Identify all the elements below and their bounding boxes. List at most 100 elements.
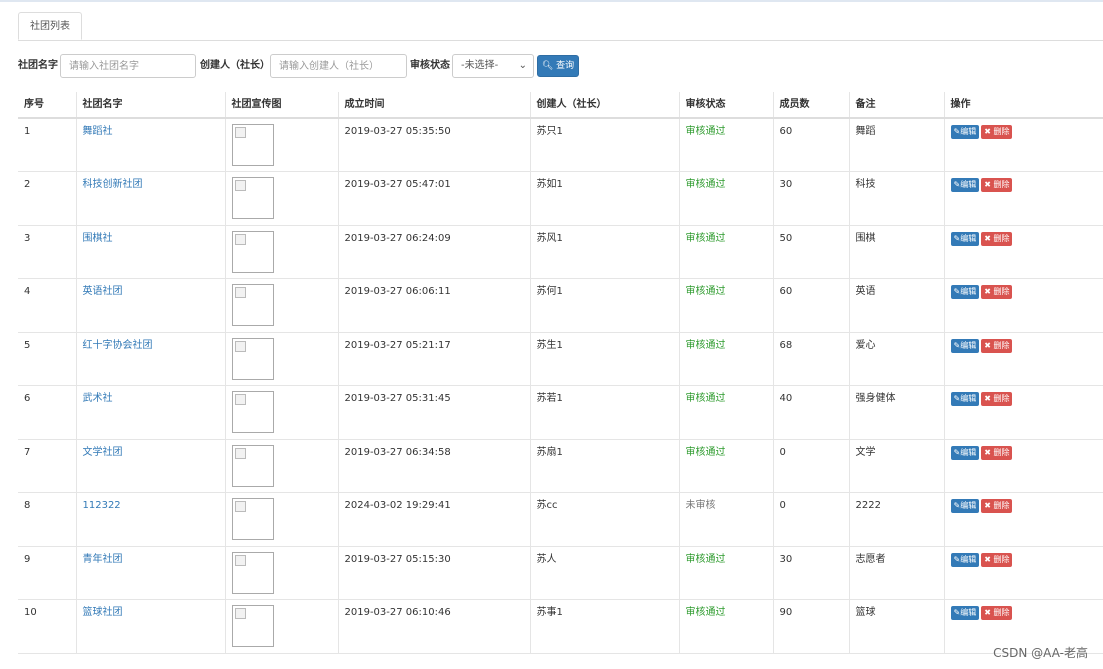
edit-button-label: 编辑 xyxy=(960,608,977,617)
club-name-link[interactable]: 武术社 xyxy=(83,393,113,404)
delete-button[interactable]: ✖ 删除 xyxy=(981,499,1013,513)
status-text: 审核通过 xyxy=(685,126,726,137)
club-name-link[interactable]: 围棋社 xyxy=(83,233,113,244)
note-text: 文学 xyxy=(848,438,944,493)
creator-label: 创建人（社长） xyxy=(200,60,270,71)
founded-time: 2019-03-27 05:21:17 xyxy=(337,331,530,386)
status-text: 审核通过 xyxy=(685,232,726,244)
table-row: 9 青年社团 2019-03-27 05:15:30 苏人 审核通过 30 志愿者 ✎编辑 ✖ … xyxy=(18,545,1103,600)
delete-button[interactable]: ✖ 删除 xyxy=(981,392,1013,406)
delete-button[interactable]: ✖ 删除 xyxy=(981,285,1013,299)
delete-button-label: 删除 xyxy=(993,608,1010,617)
broken-image-icon xyxy=(231,337,274,380)
delete-button[interactable]: ✖ 删除 xyxy=(981,231,1013,246)
note-text: 英语 xyxy=(848,278,944,332)
club-name-link[interactable]: 科技创新社团 xyxy=(83,179,143,190)
creator-name: 苏如1 xyxy=(529,171,679,225)
club-name-link[interactable]: 红十字协会社团 xyxy=(83,340,153,351)
tab-club-list[interactable]: 社团列表 xyxy=(18,12,82,40)
status-select[interactable]: -未选择- ⌄ xyxy=(452,54,534,78)
header-name: 社团名字 xyxy=(75,92,225,119)
creator-name: 苏若1 xyxy=(529,385,679,439)
club-name-link[interactable]: 舞蹈社 xyxy=(83,126,113,137)
status-select-value: -未选择- xyxy=(461,60,499,71)
club-name-link[interactable]: 篮球社团 xyxy=(83,607,123,618)
delete-button-label: 删除 xyxy=(993,287,1010,296)
delete-button[interactable]: ✖ 删除 xyxy=(981,552,1013,567)
note-text: 2222 xyxy=(848,492,944,546)
creator-input[interactable] xyxy=(270,54,407,78)
query-button[interactable]: 🔍︎ 查询 xyxy=(537,55,579,77)
member-count: 0 xyxy=(772,438,849,493)
founded-time: 2019-03-27 05:47:01 xyxy=(337,171,530,225)
note-text: 围棋 xyxy=(848,224,944,279)
delete-button-label: 删除 xyxy=(993,394,1010,403)
founded-time: 2024-03-02 19:29:41 xyxy=(337,492,530,546)
note-text: 强身健体 xyxy=(848,385,944,439)
broken-image-icon xyxy=(231,605,274,647)
member-count: 30 xyxy=(772,545,849,600)
header-image: 社团宣传图 xyxy=(224,92,338,119)
chevron-down-icon: ⌄ xyxy=(518,60,527,71)
delete-button[interactable]: ✖ 删除 xyxy=(981,125,1013,139)
status-text: 审核通过 xyxy=(685,179,726,190)
delete-button-label: 删除 xyxy=(993,233,1010,243)
delete-button-label: 删除 xyxy=(993,127,1010,136)
delete-button[interactable]: ✖ 删除 xyxy=(981,445,1013,460)
row-no: 1 xyxy=(18,117,76,172)
member-count: 60 xyxy=(772,117,849,172)
note-text: 爱心 xyxy=(848,331,944,386)
broken-image-icon xyxy=(231,177,274,219)
broken-image-icon xyxy=(231,124,274,166)
edit-button[interactable]: ✎编辑 xyxy=(950,231,980,246)
delete-button[interactable]: ✖ 删除 xyxy=(981,178,1013,192)
edit-button-label: 编辑 xyxy=(960,501,977,510)
edit-button[interactable]: ✎编辑 xyxy=(950,125,980,139)
header-status: 审核状态 xyxy=(678,92,773,119)
row-no: 9 xyxy=(18,545,76,600)
header-no: 序号 xyxy=(18,92,76,119)
club-name-link[interactable]: 112322 xyxy=(83,500,121,511)
note-text: 舞蹈 xyxy=(848,117,944,172)
delete-button[interactable]: ✖ 删除 xyxy=(981,338,1013,353)
edit-button[interactable]: ✎编辑 xyxy=(950,499,980,513)
status-text: 审核通过 xyxy=(685,339,726,351)
creator-name: 苏风1 xyxy=(529,224,679,279)
creator-name: 苏cc xyxy=(529,492,679,546)
status-text: 审核通过 xyxy=(685,393,726,404)
member-count: 30 xyxy=(772,171,849,225)
table-row: 8 112322 2024-03-02 19:29:41 苏cc 未审核 0 2222 ✎编辑… xyxy=(18,492,1103,546)
edit-button[interactable]: ✎编辑 xyxy=(950,552,980,567)
club-name-link[interactable]: 英语社团 xyxy=(83,286,123,297)
edit-button[interactable]: ✎编辑 xyxy=(950,285,980,299)
founded-time: 2019-03-27 05:35:50 xyxy=(337,117,530,172)
delete-button-label: 删除 xyxy=(993,180,1010,189)
edit-button[interactable]: ✎编辑 xyxy=(950,178,980,192)
row-no: 4 xyxy=(18,278,76,332)
edit-button[interactable]: ✎编辑 xyxy=(950,606,980,620)
watermark: CSDN @AA-老高 xyxy=(993,646,1088,660)
row-no: 10 xyxy=(18,599,76,654)
top-border xyxy=(0,0,1103,2)
row-no: 7 xyxy=(18,438,76,493)
edit-button[interactable]: ✎编辑 xyxy=(950,445,980,460)
header-members: 成员数 xyxy=(772,92,849,119)
edit-button[interactable]: ✎编辑 xyxy=(950,392,980,406)
query-button-label: 查询 xyxy=(556,61,575,71)
table-row: 2 科技创新社团 2019-03-27 05:47:01 苏如1 审核通过 30 科技 ✎编辑… xyxy=(18,171,1103,225)
club-name-input[interactable] xyxy=(60,54,196,78)
header-creator: 创建人（社长） xyxy=(529,92,679,119)
edit-button[interactable]: ✎编辑 xyxy=(950,338,980,353)
club-name-link[interactable]: 文学社团 xyxy=(83,447,123,458)
status-text: 审核通过 xyxy=(685,607,726,618)
delete-button[interactable]: ✖ 删除 xyxy=(981,606,1013,620)
founded-time: 2019-03-27 05:15:30 xyxy=(337,545,530,600)
club-name-link[interactable]: 青年社团 xyxy=(83,554,123,565)
row-no: 5 xyxy=(18,331,76,386)
row-no: 3 xyxy=(18,224,76,279)
tab-bar: 社团列表 xyxy=(18,12,1103,41)
note-text: 科技 xyxy=(848,171,944,225)
edit-button-label: 编辑 xyxy=(960,180,977,189)
note-text: 志愿者 xyxy=(848,545,944,600)
founded-time: 2019-03-27 06:10:46 xyxy=(337,599,530,654)
